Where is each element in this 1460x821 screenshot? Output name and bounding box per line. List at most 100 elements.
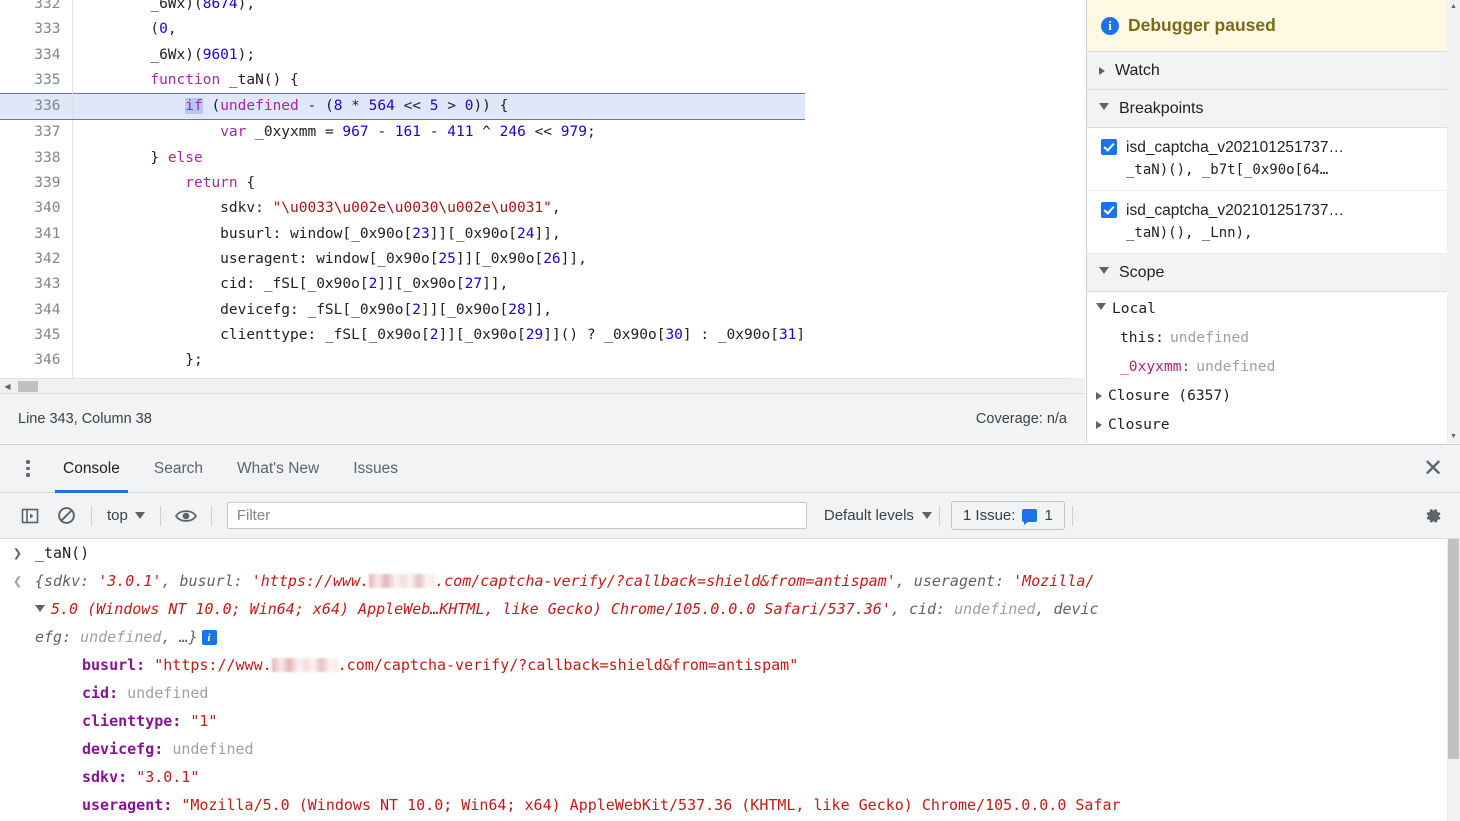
breakpoint-item[interactable]: isd_captcha_v202101251737… _taN)(), _Lnn)… [1087,191,1460,254]
code-line[interactable]: 335 function _taN() { [0,67,805,94]
code-text[interactable]: sdkv: "\u0033\u002e\u0030\u002e\u0031", [72,196,805,221]
breakpoint-checkbox[interactable] [1101,139,1117,155]
code-text[interactable]: function _taN() { [72,68,805,94]
breakpoint-checkbox[interactable] [1101,202,1117,218]
levels-label: Default levels [823,507,914,524]
object-property-row[interactable]: cid: undefined [0,679,1460,707]
result-object[interactable]: {sdkv: '3.0.1', busurl: 'https://www. .co… [35,567,1109,651]
console-filter-input[interactable]: Filter [226,502,807,529]
drawer-tab-what-s-new[interactable]: What's New [220,445,336,493]
line-number[interactable]: 339 [0,171,73,197]
info-icon[interactable]: i [201,630,217,645]
chevron-down-icon[interactable] [1096,303,1106,314]
line-number[interactable]: 342 [0,246,73,273]
code-text[interactable]: devicefg: _fSL[_0x90o[2]][_0x90o[28]], [72,298,805,323]
console-vertical-scrollbar[interactable] [1447,539,1460,821]
line-number[interactable]: 334 [0,42,73,68]
scope-row[interactable]: this: undefined [1087,323,1460,352]
line-number[interactable]: 341 [0,221,73,247]
line-number[interactable]: 332 [0,0,73,18]
code-text[interactable]: (0, [72,17,805,42]
code-text[interactable]: } else [72,146,805,171]
line-number[interactable]: 338 [0,145,73,172]
code-line[interactable]: 339 return { [0,171,805,197]
live-expression-icon[interactable] [168,498,204,534]
drawer-tab-search[interactable]: Search [137,445,220,493]
issue-badge-icon [1022,509,1038,525]
clear-console-icon[interactable] [48,498,84,534]
scroll-up-icon[interactable]: ▲ [1447,0,1460,13]
code-line[interactable]: 341 busurl: window[_0x90o[23]][_0x90o[24… [0,221,805,247]
close-drawer-button[interactable]: ✕ [1420,456,1446,482]
line-number[interactable]: 345 [0,322,73,349]
drawer-tab-console[interactable]: Console [46,445,137,493]
code-line[interactable]: 332 _6Wx)(8674), [0,0,805,18]
execution-context-select[interactable]: top [99,507,153,524]
code-text[interactable]: useragent: window[_0x90o[25]][_0x90o[26]… [72,247,805,272]
breakpoint-item[interactable]: isd_captcha_v202101251737… _taN)(), _b7t[… [1087,128,1460,191]
scope-row[interactable]: Closure (6357) [1087,381,1460,410]
scope-row[interactable]: Local [1087,294,1460,323]
console-command-row: ❯ _taN() [0,539,1460,567]
gear-icon[interactable] [1418,501,1448,531]
console-sidebar-icon[interactable] [12,498,48,534]
code-text[interactable]: }; [72,348,805,373]
scroll-down-icon[interactable]: ▼ [1447,430,1460,443]
expand-object-icon[interactable] [35,605,45,612]
chevron-right-icon[interactable] [1096,420,1102,429]
code-text[interactable]: cid: _fSL[_0x90o[2]][_0x90o[27]], [72,272,805,297]
line-number[interactable]: 337 [0,119,73,146]
code-line[interactable]: 333 (0, [0,17,805,43]
line-number[interactable]: 340 [0,196,73,222]
scope-row[interactable]: _0xyxmm: undefined [1087,352,1460,381]
breakpoints-section-header[interactable]: Breakpoints [1087,90,1460,128]
code-line[interactable]: 337 var _0xyxmm = 967 - 161 - 411 ^ 246 … [0,119,805,146]
code-line[interactable]: 342 useragent: window[_0x90o[25]][_0x90o… [0,246,805,273]
scope-section-header[interactable]: Scope [1087,254,1460,292]
line-number[interactable]: 343 [0,272,73,298]
code-line[interactable]: 346 }; [0,348,805,374]
code-line[interactable]: 338 } else [0,145,805,172]
issues-button[interactable]: 1 Issue: 1 [950,501,1065,530]
editor-horizontal-scrollbar[interactable]: ◀ [0,378,1070,393]
line-number[interactable]: 335 [0,67,73,94]
console-messages[interactable]: ❯ _taN() ❮ {sdkv: '3.0.1', busurl: 'http… [0,539,1460,821]
code-text[interactable]: _6Wx)(8674), [72,0,805,17]
code-editor[interactable]: 332 _6Wx)(8674), 333 (0, 334 _6Wx)(9601); 3… [0,0,1085,392]
code-line[interactable]: 336 if (undefined - (8 * 564 << 5 > 0)) … [0,93,806,121]
code-token: 25 [438,250,456,267]
code-text[interactable]: busurl: window[_0x90o[23]][_0x90o[24]], [72,222,805,247]
code-text[interactable]: clienttype: _fSL[_0x90o[2]][_0x90o[29]](… [72,323,805,348]
debugger-sidebar: i Debugger paused Watch Breakpoints isd_… [1086,0,1460,443]
watch-section-header[interactable]: Watch [1087,52,1460,90]
scope-row[interactable]: Closure [1087,410,1460,439]
code-token: 27 [464,276,483,293]
code-line[interactable]: 345 clienttype: _fSL[_0x90o[2]][_0x90o[2… [0,322,805,349]
code-line[interactable]: 343 cid: _fSL[_0x90o[2]][_0x90o[27]], [0,272,805,298]
object-property-row[interactable]: busurl: "https://www. .com/captcha-verify… [0,651,1460,679]
object-property-row[interactable]: devicefg: undefined [0,735,1460,763]
line-number[interactable]: 346 [0,348,73,374]
drawer-tab-issues[interactable]: Issues [336,445,415,493]
chevron-right-icon[interactable] [1096,391,1102,400]
code-text[interactable]: var _0xyxmm = 967 - 161 - 411 ^ 246 << 9… [72,120,805,146]
code-text[interactable]: _6Wx)(9601); [72,43,805,68]
line-number[interactable]: 333 [0,17,73,43]
editor-hscroll-thumb[interactable] [18,381,38,392]
object-property-row[interactable]: clienttype: "1" [0,707,1460,735]
line-number[interactable]: 344 [0,297,73,323]
console-vscroll-thumb[interactable] [1448,539,1459,759]
code-line[interactable]: 340 sdkv: "\u0033\u002e\u0030\u002e\u003… [0,196,805,222]
code-text[interactable]: if (undefined - (8 * 564 << 5 > 0)) { [72,93,806,121]
code-line[interactable]: 344 devicefg: _fSL[_0x90o[2]][_0x90o[28]… [0,297,805,323]
log-levels-select[interactable]: Default levels [824,507,932,524]
code-line[interactable]: 334 _6Wx)(9601); [0,42,805,68]
object-property-row[interactable]: sdkv: "3.0.1" [0,763,1460,791]
more-options-icon[interactable] [10,460,46,477]
sidebar-vertical-scrollbar[interactable]: ▲ ▼ [1447,0,1460,443]
line-number[interactable]: 336 [0,93,73,121]
object-property-row[interactable]: useragent: "Mozilla/5.0 (Windows NT 10.0… [0,791,1460,819]
console-token: { [35,572,45,590]
scroll-left-icon[interactable]: ◀ [0,379,15,394]
code-text[interactable]: return { [72,171,805,196]
